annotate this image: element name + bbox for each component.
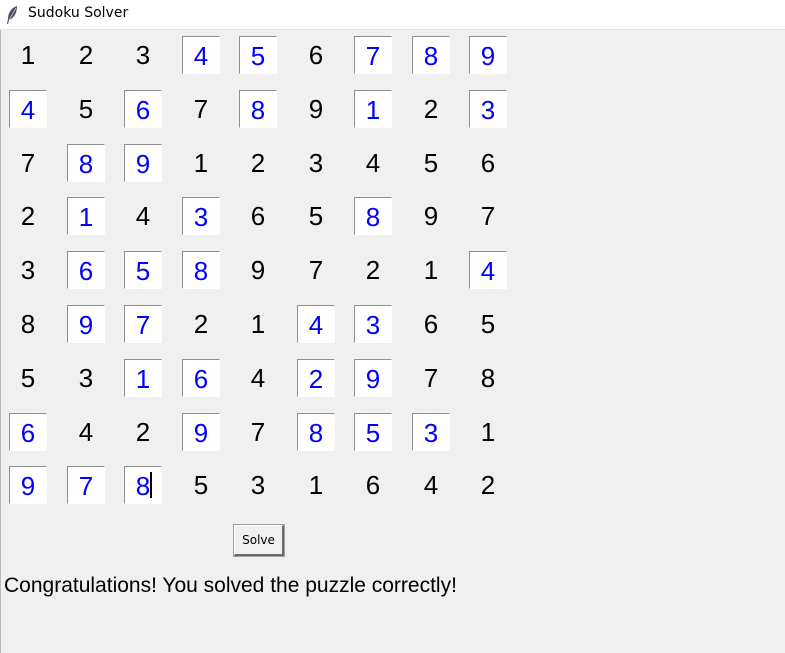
cell-input[interactable]: 4 [469,251,507,289]
text-cursor [150,472,152,498]
cell-given: 5 [423,148,439,178]
cell-given: 2 [480,470,496,500]
cell-input[interactable]: 9 [182,413,220,451]
cell-given: 1 [480,417,496,447]
cell-given: 2 [193,309,209,339]
cell-input[interactable]: 5 [124,251,162,289]
cell-given: 7 [193,94,209,124]
cell-given: 2 [250,148,266,178]
cell-given: 6 [480,148,496,178]
window-frame [0,30,1,653]
cell-given: 4 [365,148,381,178]
cell-given: 6 [250,201,266,231]
cell-given: 8 [20,309,36,339]
cell-given: 7 [250,417,266,447]
cell-given: 9 [308,94,324,124]
cell-input[interactable]: 4 [297,305,335,343]
cell-input[interactable]: 8 [182,251,220,289]
cell-given: 1 [193,148,209,178]
cell-input[interactable]: 8 [412,36,450,74]
cell-input[interactable]: 9 [67,305,105,343]
cell-input[interactable]: 9 [9,466,47,504]
cell-given: 6 [423,309,439,339]
cell-given: 1 [308,470,324,500]
feather-icon [7,6,17,24]
cell-input[interactable]: 1 [124,359,162,397]
cell-input[interactable]: 7 [67,466,105,504]
cell-input[interactable]: 3 [412,413,450,451]
cell-input[interactable]: 4 [9,90,47,128]
cell-input[interactable]: 8 [67,144,105,182]
cell-given: 7 [308,255,324,285]
cell-input[interactable]: 1 [67,197,105,235]
cell-input[interactable]: 4 [182,36,220,74]
cell-input[interactable]: 6 [9,413,47,451]
cell-given: 3 [135,40,151,70]
cell-given: 3 [250,470,266,500]
cell-given: 9 [423,201,439,231]
status-message: Congratulations! You solved the puzzle c… [4,574,457,597]
title-bar: Sudoku Solver [0,0,785,30]
solve-button[interactable]: Solve [233,524,285,557]
cell-input[interactable]: 8 [124,466,162,504]
cell-given: 6 [308,40,324,70]
cell-given: 3 [308,148,324,178]
cell-input[interactable]: 2 [297,359,335,397]
cell-input[interactable]: 5 [354,413,392,451]
cell-given: 5 [308,201,324,231]
cell-given: 2 [365,255,381,285]
cell-input[interactable]: 8 [297,413,335,451]
cell-given: 5 [20,363,36,393]
cell-input[interactable]: 8 [239,90,277,128]
cell-input[interactable]: 6 [124,90,162,128]
cell-given: 1 [20,40,36,70]
cell-given: 1 [250,309,266,339]
cell-input[interactable]: 3 [354,305,392,343]
cell-input[interactable]: 9 [469,36,507,74]
cell-given: 5 [193,470,209,500]
cell-given: 2 [135,417,151,447]
cell-given: 9 [250,255,266,285]
cell-input[interactable]: 1 [354,90,392,128]
cell-given: 3 [78,363,94,393]
cell-given: 6 [365,470,381,500]
cell-input[interactable]: 8 [354,197,392,235]
cell-input[interactable]: 3 [469,90,507,128]
cell-input[interactable]: 9 [124,144,162,182]
cell-input[interactable]: 5 [239,36,277,74]
cell-given: 2 [20,201,36,231]
cell-input[interactable]: 6 [67,251,105,289]
cell-given: 4 [250,363,266,393]
cell-given: 4 [423,470,439,500]
cell-given: 5 [480,309,496,339]
cell-given: 5 [78,94,94,124]
cell-given: 7 [480,201,496,231]
cell-given: 3 [20,255,36,285]
cell-input[interactable]: 3 [182,197,220,235]
window-title: Sudoku Solver [28,5,129,21]
cell-given: 8 [480,363,496,393]
cell-input[interactable]: 6 [182,359,220,397]
cell-given: 7 [20,148,36,178]
cell-given: 2 [78,40,94,70]
cell-given: 2 [423,94,439,124]
cell-input[interactable]: 7 [124,305,162,343]
cell-input[interactable]: 9 [354,359,392,397]
cell-given: 7 [423,363,439,393]
cell-input[interactable]: 7 [354,36,392,74]
cell-given: 4 [135,201,151,231]
cell-given: 4 [78,417,94,447]
cell-given: 1 [423,255,439,285]
